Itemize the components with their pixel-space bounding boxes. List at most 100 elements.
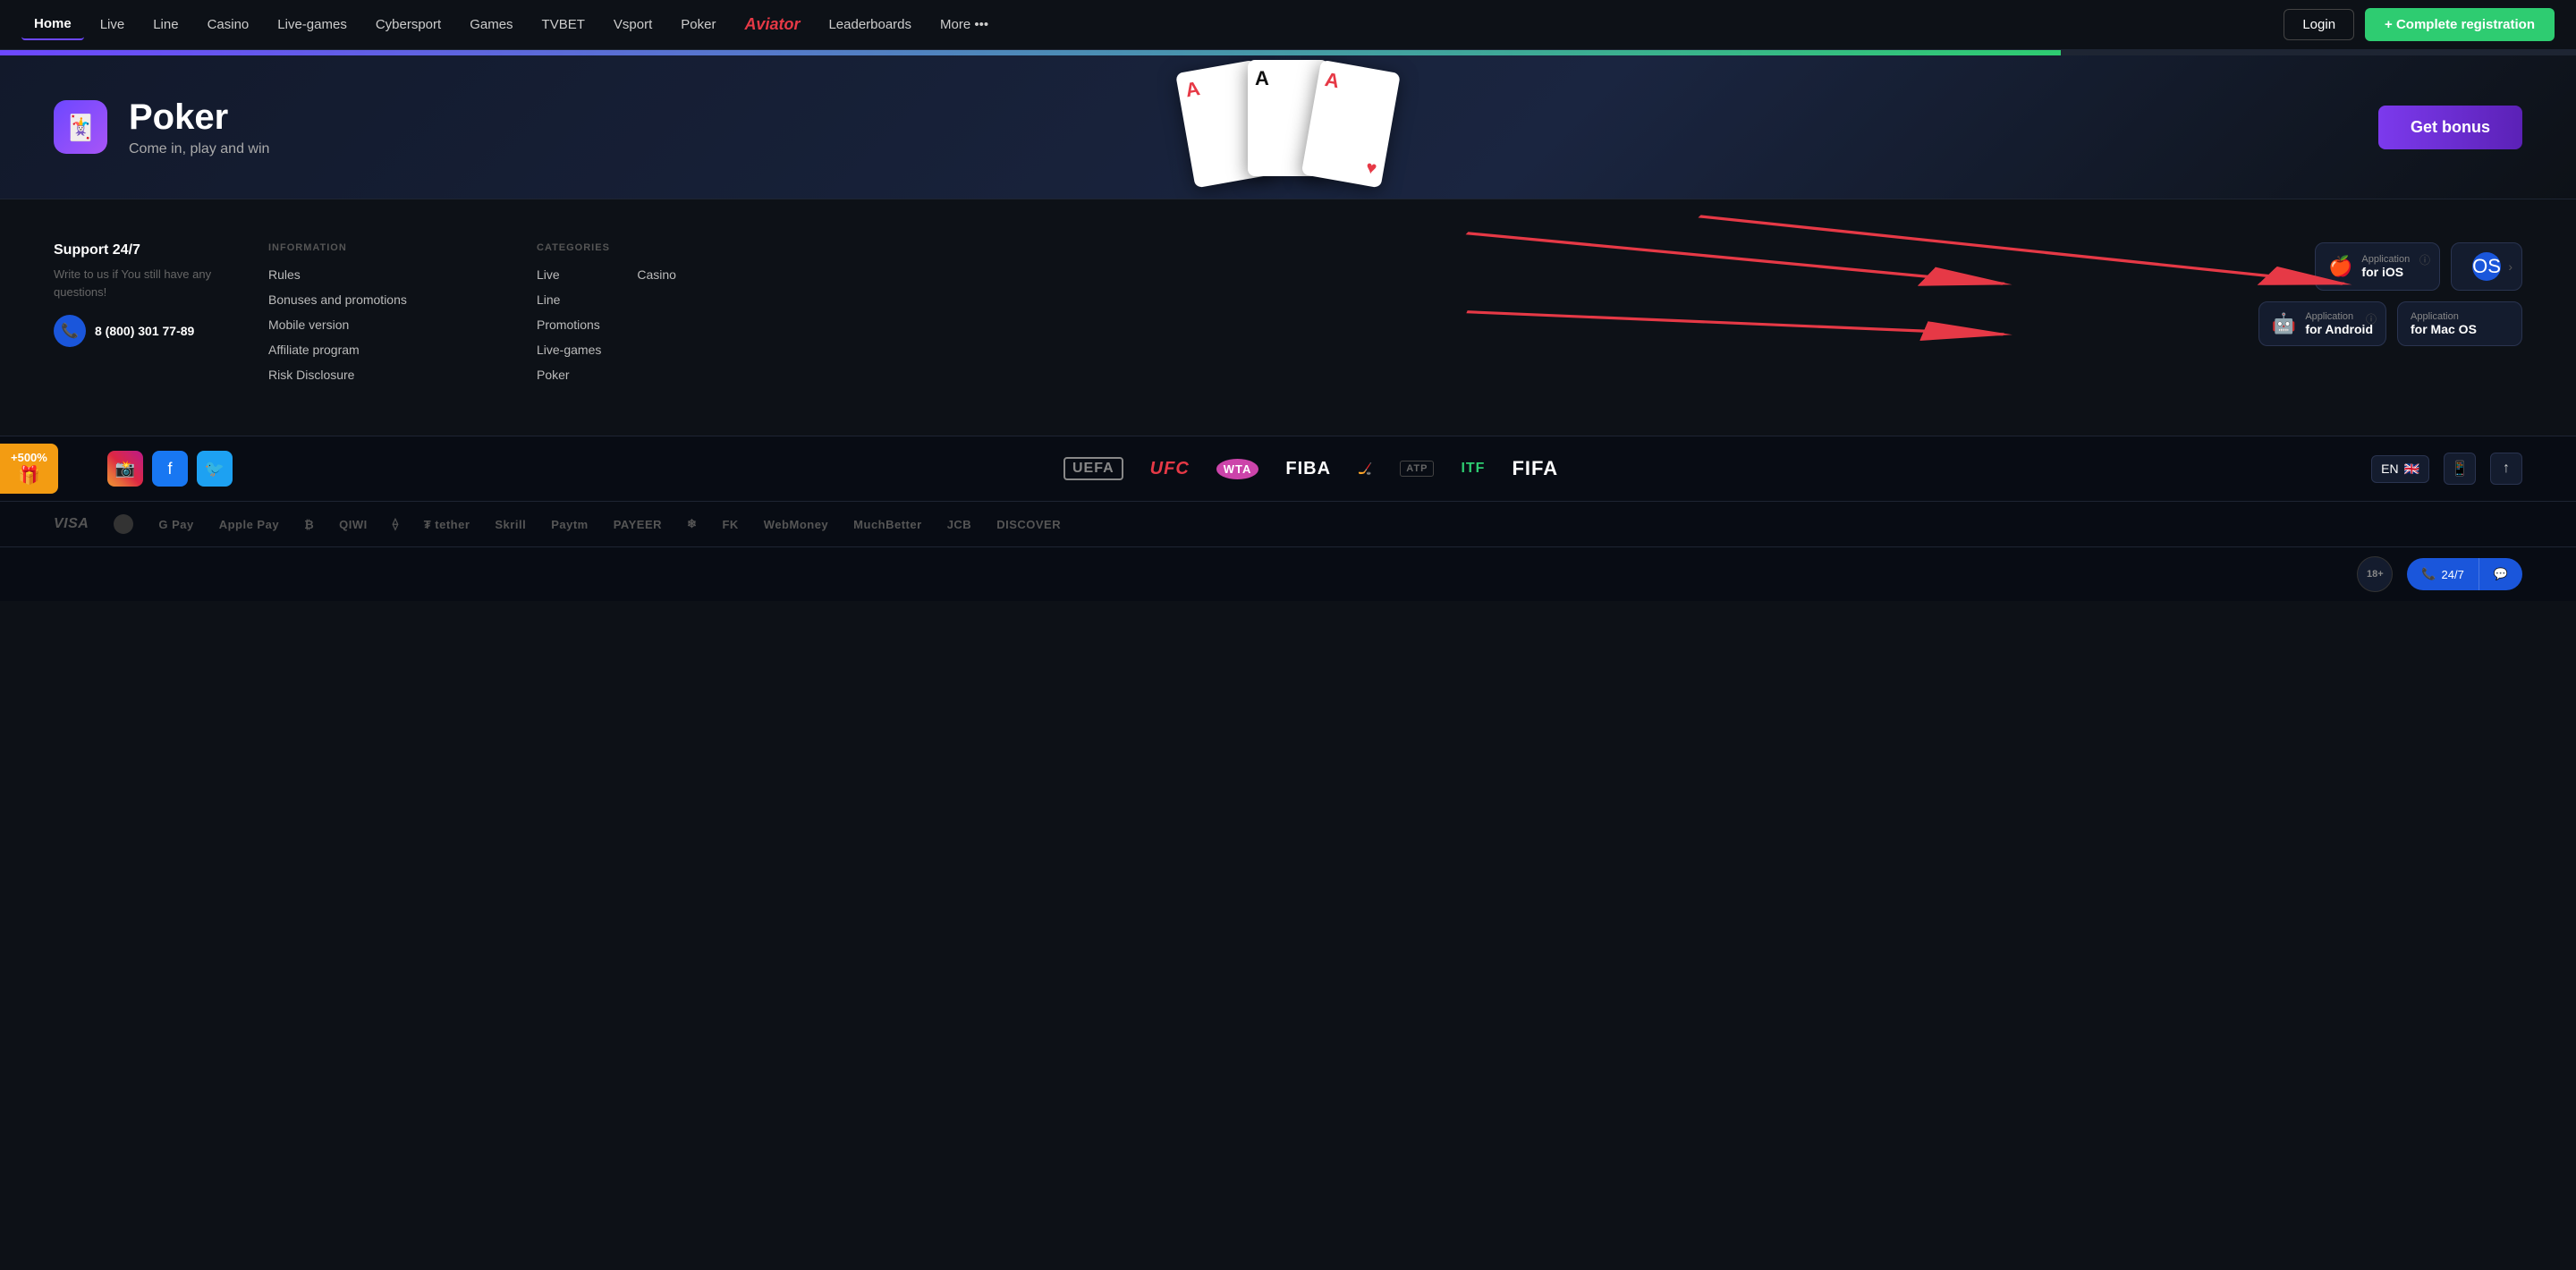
app-android-button[interactable]: 🤖 Application for Android ⓘ [2258,301,2386,346]
pay-gpay: G Pay [158,518,193,531]
list-item[interactable]: Bonuses and promotions [268,292,519,309]
twitter-icon[interactable]: 🐦 [197,451,233,487]
pay-qiwi: QIWI [339,518,368,531]
login-button[interactable]: Login [2284,9,2354,40]
android-label: Application [2305,311,2373,322]
sponsors-list: UEFA UFC WTA FIBA 🏒 ATP ITF FIFA [268,457,2353,480]
register-button[interactable]: + Complete registration [2365,8,2555,41]
footer-main: Support 24/7 Write to us if You still ha… [0,199,2576,436]
cat-promotions[interactable]: Promotions [537,318,600,332]
list-item[interactable]: Mobile version [268,318,519,334]
sponsor-fiba: FIBA [1285,459,1331,479]
cat-live-games[interactable]: Live-games [537,343,601,357]
app-macos-button[interactable]: Application for Mac OS [2397,301,2522,346]
nav-actions: Login + Complete registration [2284,8,2555,41]
nav-cybersport[interactable]: Cybersport [363,10,453,39]
sponsor-atp: ATP [1400,461,1434,477]
bottom-strip: +500% 🎁 📸 f 🐦 UEFA UFC WTA FIBA 🏒 ATP IT… [0,436,2576,501]
cat-live[interactable]: Live [537,267,560,282]
poker-banner: 🃏 Poker Come in, play and win A ♦ A ♣ A … [0,55,2576,199]
info-bonuses[interactable]: Bonuses and promotions [268,292,407,307]
categories-col2: Casino [637,267,676,393]
pay-paytm: Paytm [551,518,589,531]
sponsor-nhl: 🏒 [1358,461,1373,476]
sponsor-ufc: UFC [1150,459,1190,479]
get-bonus-button[interactable]: Get bonus [2378,106,2522,149]
payment-strip: VISA G Pay Apple Pay ₿ QIWI ⟠ ₮ tether S… [0,501,2576,546]
phone-number[interactable]: 8 (800) 301 77-89 [95,324,194,338]
list-item[interactable]: Promotions [537,318,601,334]
pay-ethereum: ⟠ [393,517,399,531]
macos-text: Application for Mac OS [2411,311,2477,336]
nav-tvbet[interactable]: TVBET [530,10,597,39]
sponsor-uefa: UEFA [1063,457,1123,480]
nav-home[interactable]: Home [21,9,84,40]
pay-fk: FK [722,518,738,531]
nav-live[interactable]: Live [88,10,138,39]
pay-applepay: Apple Pay [219,518,279,531]
ios-label: Application [2361,254,2410,265]
list-item[interactable]: Casino [637,267,676,284]
nav-leaderboards[interactable]: Leaderboards [816,10,924,39]
sponsor-fifa: FIFA [1512,457,1558,480]
footer-categories: CATEGORIES Live Line Promotions Live-gam… [537,242,733,393]
list-item[interactable]: Live-games [537,343,601,359]
bonus-badge[interactable]: +500% 🎁 [0,444,58,494]
nav-aviator[interactable]: Aviator [732,8,812,41]
chat-buttons: 📞 24/7 💬 [2407,558,2522,590]
app-row-bottom: 🤖 Application for Android ⓘ Application … [2258,301,2522,346]
instagram-icon[interactable]: 📸 [107,451,143,487]
nav-games[interactable]: Games [457,10,525,39]
lang-text: EN [2381,461,2398,476]
nav-more[interactable]: More ••• [928,10,1001,39]
chevron-right-icon: › [2508,259,2512,274]
list-item[interactable]: Rules [268,267,519,284]
list-item[interactable]: Poker [537,368,601,384]
nav-live-games[interactable]: Live-games [265,10,360,39]
pay-skrill: Skrill [495,518,526,531]
list-item[interactable]: Affiliate program [268,343,519,359]
categories-heading: CATEGORIES [537,242,733,253]
list-item[interactable]: Live [537,267,601,284]
android-info-icon: ⓘ [2366,311,2377,326]
info-heading: INFORMATION [268,242,519,253]
nav-vsport[interactable]: Vsport [601,10,665,39]
language-selector[interactable]: EN 🇬🇧 [2371,455,2429,483]
android-platform: for Android [2305,322,2373,336]
footer-wrapper: Support 24/7 Write to us if You still ha… [0,199,2576,436]
cat-casino[interactable]: Casino [637,267,676,282]
info-affiliate[interactable]: Affiliate program [268,343,360,357]
message-icon: 💬 [2494,567,2508,581]
pay-webmoney: WebMoney [764,518,828,531]
tablet-icon-button[interactable]: 📱 [2444,453,2476,485]
list-item[interactable]: Risk Disclosure [268,368,519,384]
info-mobile[interactable]: Mobile version [268,318,349,332]
message-chat-button[interactable]: 💬 [2479,558,2522,590]
navbar: Home Live Line Casino Live-games Cybersp… [0,0,2576,50]
nav-poker[interactable]: Poker [668,10,728,39]
cat-poker[interactable]: Poker [537,368,570,382]
bonus-gift-icon: 🎁 [18,464,40,487]
ios-text: Application for iOS [2361,254,2410,279]
pay-bitcoin: ₿ [304,518,314,531]
list-item[interactable]: Line [537,292,601,309]
age-rating: 18+ [2357,556,2393,592]
support-text: Write to us if You still have any questi… [54,266,250,301]
ios-platform: for iOS [2361,265,2410,279]
info-rules[interactable]: Rules [268,267,301,282]
nav-line[interactable]: Line [140,10,191,39]
pay-mastercard [114,514,133,534]
poker-title: Poker [129,97,269,138]
scroll-top-button[interactable]: ↑ [2490,453,2522,485]
cat-line[interactable]: Line [537,292,560,307]
info-risk[interactable]: Risk Disclosure [268,368,354,382]
pay-jcb: JCB [947,518,972,531]
ios-info-icon: ⓘ [2419,252,2430,267]
chat-label: 24/7 [2442,568,2464,581]
app-macos-button-top[interactable]: OS › [2451,242,2522,291]
facebook-icon[interactable]: f [152,451,188,487]
poker-subtitle: Come in, play and win [129,141,269,157]
phone-chat-button[interactable]: 📞 24/7 [2407,558,2479,590]
app-ios-button[interactable]: 🍎 Application for iOS ⓘ [2315,242,2440,291]
nav-casino[interactable]: Casino [195,10,262,39]
